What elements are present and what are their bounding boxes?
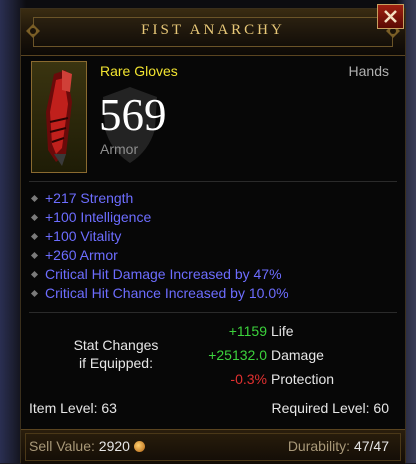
bullet-icon [30, 270, 39, 279]
stat-change-value: +25132.0 [208, 347, 267, 363]
stat-changes-line2: if Equipped: [79, 355, 153, 371]
divider [29, 312, 397, 313]
stat-change-value: +1159 [228, 323, 267, 339]
glove-icon [46, 70, 72, 166]
bullet-icon [30, 289, 39, 298]
affix-item: +260 Armor [30, 246, 289, 265]
item-slot: Hands [348, 63, 389, 79]
item-level: Item Level: 63 [29, 400, 117, 416]
stat-change-value: -0.3% [230, 371, 267, 387]
affix-item: +100 Intelligence [30, 208, 289, 227]
item-rarity-type: Rare Gloves [100, 63, 178, 79]
stat-changes-line1: Stat Changes [73, 337, 159, 353]
gold-coin-icon [133, 441, 145, 452]
durability-label: Durability: [287, 438, 351, 454]
bullet-icon [30, 232, 39, 241]
stat-change-row: -0.3% Protection [171, 369, 334, 389]
affix-item: +100 Vitality [30, 227, 289, 246]
divider [29, 181, 397, 182]
item-icon-frame [31, 61, 87, 173]
required-level: Required Level: 60 [271, 400, 389, 416]
bullet-icon [30, 213, 39, 222]
item-name: FIST ANARCHY [141, 22, 285, 38]
tooltip-footer: Sell Value: 2920 Durability: 47/47 [21, 429, 405, 464]
affix-item: Critical Hit Chance Increased by 10.0% [30, 284, 289, 303]
stat-change-label: Damage [271, 347, 324, 363]
tooltip-header: FIST ANARCHY [21, 9, 405, 56]
sell-value: Sell Value: 2920 [29, 438, 145, 454]
armor-label: Armor [100, 141, 139, 157]
affix-text: +100 Vitality [45, 228, 122, 244]
affix-text: +100 Intelligence [45, 209, 152, 225]
affix-list: +217 Strength +100 Intelligence +100 Vit… [30, 189, 289, 303]
close-icon [384, 10, 397, 23]
stat-change-row: +1159 Life [171, 321, 294, 341]
sell-value-amount: 2920 [98, 438, 130, 454]
affix-item: Critical Hit Damage Increased by 47% [30, 265, 289, 284]
stat-change-label: Protection [271, 371, 335, 387]
sell-value-label: Sell Value: [29, 438, 95, 454]
item-tooltip: FIST ANARCHY Rare Gloves Hands 569 Armor… [20, 8, 406, 464]
bullet-icon [30, 194, 39, 203]
stat-change-row: +25132.0 Damage [171, 345, 324, 365]
durability-value: 47/47 [353, 438, 389, 454]
close-button[interactable] [377, 4, 404, 29]
affix-item: +217 Strength [30, 189, 289, 208]
affix-text: Critical Hit Damage Increased by 47% [45, 266, 282, 282]
durability: Durability: 47/47 [288, 438, 389, 454]
stat-change-label: Life [271, 323, 294, 339]
armor-value: 569 [99, 90, 167, 140]
stat-changes-title: Stat Changes if Equipped: [69, 336, 163, 372]
bullet-icon [30, 251, 39, 260]
affix-text: +217 Strength [45, 190, 134, 206]
affix-text: +260 Armor [45, 247, 118, 263]
affix-text: Critical Hit Chance Increased by 10.0% [45, 285, 289, 301]
